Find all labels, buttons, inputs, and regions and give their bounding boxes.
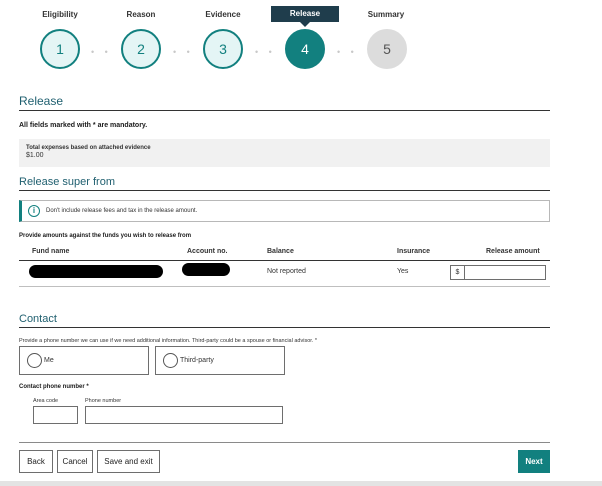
step-circle-1[interactable]: 1	[40, 29, 80, 69]
balance-cell: Not reported	[267, 268, 306, 275]
contact-help-text: Provide a phone number we can use if we …	[19, 338, 317, 344]
save-and-exit-button[interactable]: Save and exit	[97, 450, 160, 473]
provide-amounts-label: Provide amounts against the funds you wi…	[19, 233, 192, 239]
divider	[19, 190, 550, 191]
currency-prefix: $	[451, 266, 465, 279]
contact-option-third-party[interactable]: Third-party	[155, 346, 285, 375]
expenses-summary: Total expenses based on attached evidenc…	[19, 139, 550, 167]
progress-stepper: Eligibility Reason Evidence Release Summ…	[0, 0, 602, 80]
column-header-fund-name: Fund name	[32, 248, 70, 255]
step-circle-2[interactable]: 2	[121, 29, 161, 69]
table-row-divider	[19, 286, 550, 287]
area-code-field[interactable]	[33, 406, 78, 426]
info-callout: i Don't include release fees and tax in …	[19, 200, 550, 222]
area-code-label: Area code	[33, 398, 59, 404]
redacted-fund-name	[29, 265, 163, 278]
radio-button[interactable]	[163, 353, 178, 368]
step-label-reason: Reason	[126, 10, 156, 19]
step-circle-5: 5	[367, 29, 407, 69]
release-amount-input[interactable]	[466, 266, 545, 279]
step-separator: • •	[173, 47, 194, 57]
cancel-button[interactable]: Cancel	[57, 450, 93, 473]
release-amount-field[interactable]: $	[450, 265, 546, 280]
column-header-account-no: Account no.	[187, 248, 228, 255]
info-text: Don't include release fees and tax in th…	[46, 208, 198, 214]
back-button[interactable]: Back	[19, 450, 53, 473]
step-circle-4: 4	[285, 29, 325, 69]
step-separator: • •	[337, 47, 358, 57]
divider	[19, 442, 550, 443]
step-label-eligibility: Eligibility	[42, 10, 78, 19]
phone-number-label: Phone number	[85, 398, 122, 404]
column-header-release-amount: Release amount	[486, 248, 540, 255]
step-separator: • •	[255, 47, 276, 57]
phone-number-field[interactable]	[85, 406, 283, 426]
contact-phone-label: Contact phone number *	[19, 384, 89, 390]
contact-option-me[interactable]: Me	[19, 346, 149, 375]
info-icon: i	[28, 205, 40, 217]
divider	[19, 110, 550, 111]
release-heading: Release	[19, 94, 64, 108]
mandatory-note: All fields marked with * are mandatory.	[19, 122, 148, 129]
step-label-release: Release	[271, 6, 339, 27]
radio-button[interactable]	[27, 353, 42, 368]
contact-option-label: Third-party	[180, 357, 214, 364]
area-code-input[interactable]	[34, 409, 77, 426]
step-label-evidence: Evidence	[205, 10, 241, 19]
page-footer-strip	[0, 481, 602, 486]
phone-number-input[interactable]	[86, 409, 282, 426]
contact-heading: Contact	[19, 313, 57, 325]
release-from-heading: Release super from	[19, 176, 115, 188]
expenses-label: Total expenses based on attached evidenc…	[26, 145, 151, 151]
step-label-summary: Summary	[367, 10, 405, 19]
next-button[interactable]: Next	[518, 450, 550, 473]
contact-option-label: Me	[44, 357, 54, 364]
step-separator: • •	[91, 47, 112, 57]
redacted-account-no	[182, 263, 230, 276]
step-circle-3[interactable]: 3	[203, 29, 243, 69]
column-header-insurance: Insurance	[397, 248, 431, 255]
column-header-balance: Balance	[267, 248, 294, 255]
expenses-value: $1.00	[26, 152, 44, 159]
table-header-divider	[19, 260, 550, 261]
insurance-cell: Yes	[397, 268, 409, 275]
divider	[19, 327, 550, 328]
